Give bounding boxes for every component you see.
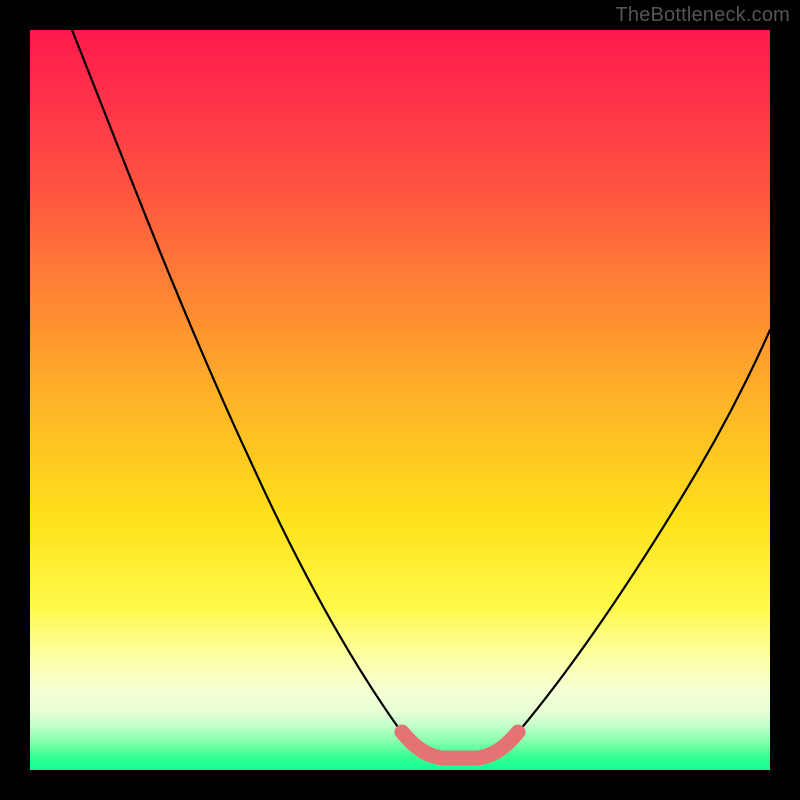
curve-layer (30, 30, 770, 770)
plot-area (30, 30, 770, 770)
chart-frame: TheBottleneck.com (0, 0, 800, 800)
trough-highlight (402, 732, 518, 758)
bottleneck-curve (72, 30, 770, 758)
watermark-text: TheBottleneck.com (615, 4, 790, 27)
